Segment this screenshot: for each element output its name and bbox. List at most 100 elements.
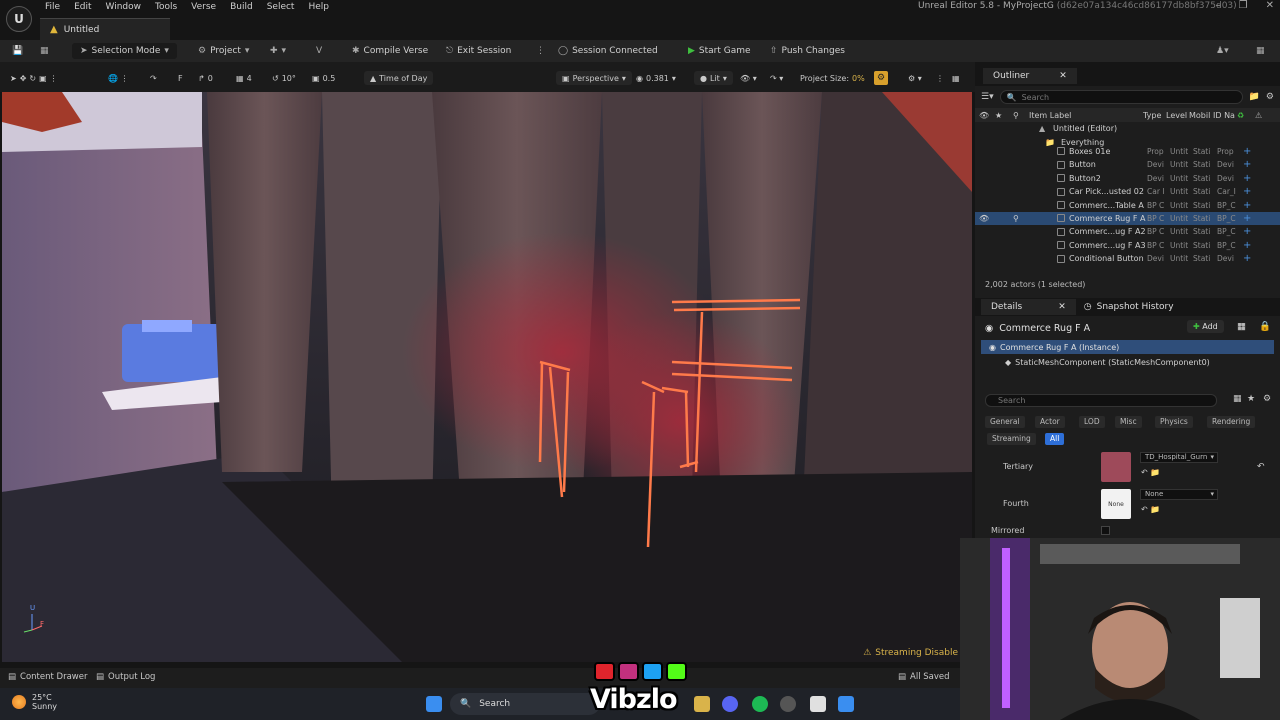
pin-icon[interactable]: ⚲ xyxy=(1013,111,1019,120)
add-icon[interactable]: + xyxy=(1243,226,1251,237)
details-search-input[interactable]: Search xyxy=(985,394,1217,407)
outliner-row[interactable]: Button Devi Untit Stati Devi + xyxy=(975,158,1280,171)
level-viewport[interactable]: U F ⚠ Streaming Disable xyxy=(2,92,972,662)
lit-dropdown[interactable]: ● Lit ▾ xyxy=(694,71,733,85)
outliner-row[interactable]: Commerce Rug F A BP C Untit Stati BP_C + 👁 ⚲ xyxy=(975,211,1280,226)
tab-outliner[interactable]: Outliner ✕ xyxy=(983,68,1077,84)
add-folder-icon[interactable]: 📁 xyxy=(1249,92,1260,102)
menu-edit[interactable]: Edit xyxy=(67,0,98,14)
column-type[interactable]: Type xyxy=(1143,111,1161,120)
scale-snap[interactable]: ▣ 0.5 xyxy=(312,71,335,85)
column-item-label[interactable]: Item Label xyxy=(1029,111,1071,120)
add-icon[interactable]: + xyxy=(1243,240,1251,251)
settings-icon[interactable]: ⚙ xyxy=(1263,394,1271,404)
snapping-toggle-icon[interactable]: ⚙ xyxy=(874,71,888,85)
visibility-icon[interactable]: 👁 xyxy=(979,214,989,223)
spotify-icon[interactable] xyxy=(752,696,768,712)
menu-verse[interactable]: Verse xyxy=(184,0,223,14)
session-status[interactable]: ◯ Session Connected xyxy=(552,40,664,62)
source-control-icon[interactable]: ♻ xyxy=(1237,111,1244,120)
add-icon[interactable]: + xyxy=(1243,186,1251,197)
column-level[interactable]: Level xyxy=(1166,111,1187,120)
weather-widget[interactable]: 25°C Sunny xyxy=(12,693,57,711)
angle-snap[interactable]: ↺ 10° xyxy=(272,71,296,85)
project-button[interactable]: ⚙ Project ▾ xyxy=(192,40,255,62)
menu-select[interactable]: Select xyxy=(260,0,302,14)
tab-details[interactable]: Details ✕ xyxy=(981,299,1076,315)
menu-build[interactable]: Build xyxy=(223,0,260,14)
add-icon[interactable]: + xyxy=(1243,253,1251,264)
selected-actor-name[interactable]: Commerce Rug F A xyxy=(999,323,1090,334)
pin-icon[interactable]: ⚲ xyxy=(1013,214,1019,223)
reset-icon[interactable]: ↶ xyxy=(1257,462,1265,472)
settings-icon[interactable]: ▦ xyxy=(1250,40,1271,62)
category-lod[interactable]: LOD xyxy=(1079,416,1105,428)
outliner-row[interactable]: Car Pick...usted 02 Car I Untit Stati Car_I + xyxy=(975,185,1280,198)
select-icon[interactable]: ➤ xyxy=(10,74,17,83)
maximize-icon[interactable]: ❐ xyxy=(1239,0,1248,11)
users-icon[interactable]: ♟▾ xyxy=(1210,40,1235,62)
world-space-icon[interactable]: 🌐 ⋮ xyxy=(108,71,129,85)
menu-tools[interactable]: Tools xyxy=(148,0,184,14)
browse-icon[interactable]: ↶ 📁 xyxy=(1141,468,1160,477)
category-actor[interactable]: Actor xyxy=(1035,416,1065,428)
table-view-icon[interactable]: ▦ xyxy=(1233,394,1242,404)
grid-size[interactable]: ▦ 4 xyxy=(236,71,252,85)
scale-icon[interactable]: ▣ xyxy=(39,74,47,83)
fourth-asset-dropdown[interactable]: None ▾ xyxy=(1140,489,1218,500)
minimize-icon[interactable]: – xyxy=(1216,0,1221,11)
camera-speed[interactable]: ◉ 0.381 ▾ xyxy=(636,71,676,85)
category-misc[interactable]: Misc xyxy=(1115,416,1142,428)
add-icon[interactable]: + xyxy=(1243,173,1251,184)
windows-start-icon[interactable] xyxy=(426,696,442,712)
perspective-dropdown[interactable]: ▣ Perspective ▾ xyxy=(556,71,632,85)
transform-tools[interactable]: ➤ ✥ ↻ ▣ ⋮ xyxy=(10,71,58,85)
add-component-button[interactable]: ✚ Add xyxy=(1187,320,1224,333)
show-flags-icon[interactable]: 👁 ▾ xyxy=(740,71,757,85)
viewport-options-icon[interactable]: ⋮ xyxy=(936,71,944,85)
close-icon[interactable]: ✕ xyxy=(1266,0,1274,11)
content-drawer-button[interactable]: ▤ Content Drawer xyxy=(8,672,87,682)
settings-app-icon[interactable] xyxy=(780,696,796,712)
add-actor-button[interactable]: ✚ ▾ xyxy=(264,40,292,62)
tab-untitled[interactable]: ▲ Untitled xyxy=(40,18,170,40)
category-all[interactable]: All xyxy=(1045,433,1065,445)
tertiary-asset-dropdown[interactable]: TD_Hospital_Gurn ▾ xyxy=(1140,452,1218,463)
component-row[interactable]: ◆ StaticMeshComponent (StaticMeshCompone… xyxy=(975,354,1280,370)
selection-mode-dropdown[interactable]: ➤ Selection Mode ▾ xyxy=(72,43,177,59)
close-icon[interactable]: ✕ xyxy=(1058,302,1066,312)
close-icon[interactable]: ✕ xyxy=(1059,71,1067,81)
visibility-icon[interactable]: 👁 xyxy=(979,111,989,120)
content-browser-icon[interactable]: ▦ xyxy=(34,40,55,62)
unreal-logo-icon[interactable]: U xyxy=(6,6,32,32)
discord-icon[interactable] xyxy=(722,696,738,712)
rotate-icon[interactable]: ↻ xyxy=(29,74,36,83)
column-id-name[interactable]: ID Na xyxy=(1213,111,1235,120)
file-explorer-icon[interactable] xyxy=(694,696,710,712)
outliner-row[interactable]: Commerc...ug F A2 BP C Untit Stati BP_C + xyxy=(975,225,1280,238)
start-game-button[interactable]: ▶ Start Game xyxy=(682,40,757,62)
layout-icon[interactable]: ▦ xyxy=(952,71,960,85)
verse-icon[interactable]: V xyxy=(310,40,328,62)
outliner-row[interactable]: Commerc...ug F A3 BP C Untit Stati BP_C + xyxy=(975,239,1280,252)
browse-icon[interactable]: ↶ 📁 xyxy=(1141,505,1160,514)
blueprint-icon[interactable]: ▦ xyxy=(1237,321,1246,332)
more-icon[interactable]: ⋮ xyxy=(50,74,58,83)
unreal-app-icon[interactable] xyxy=(810,696,826,712)
grid-snap-icon[interactable]: F xyxy=(178,71,183,85)
component-instance-row[interactable]: ◉ Commerce Rug F A (Instance) xyxy=(981,340,1274,354)
outliner-search-input[interactable]: 🔍 Search xyxy=(999,90,1243,104)
fourth-thumbnail[interactable]: None xyxy=(1101,489,1131,519)
star-icon[interactable]: ★ xyxy=(995,111,1002,120)
warning-icon[interactable]: ⚠ xyxy=(1255,111,1262,120)
menu-window[interactable]: Window xyxy=(99,0,149,14)
move-icon[interactable]: ✥ xyxy=(20,74,27,83)
surface-snap-icon[interactable]: ↷ xyxy=(150,71,157,85)
push-changes-button[interactable]: ⇧ Push Changes xyxy=(764,40,851,62)
outliner-row[interactable]: Commerc...Table A BP C Untit Stati BP_C + xyxy=(975,198,1280,211)
fortnite-app-icon[interactable] xyxy=(838,696,854,712)
add-icon[interactable]: + xyxy=(1243,200,1251,211)
exit-session-button[interactable]: ⎋ Exit Session xyxy=(440,40,517,62)
compile-verse-button[interactable]: ✱ Compile Verse xyxy=(346,40,434,62)
add-icon[interactable]: + xyxy=(1243,146,1251,157)
